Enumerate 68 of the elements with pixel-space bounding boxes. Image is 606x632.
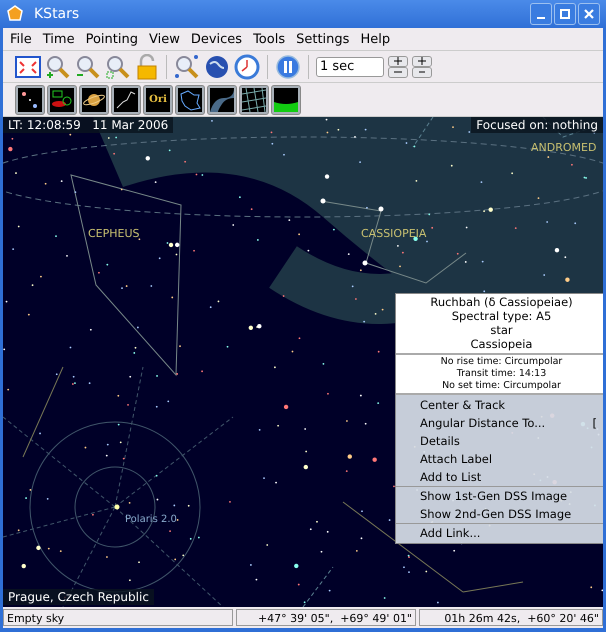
constellation-label: CASSIOPEIA xyxy=(361,227,426,240)
menu-item[interactable]: View xyxy=(146,32,188,46)
object-time-info: No set time: Circumpolar xyxy=(441,380,562,392)
menu-item[interactable]: Settings xyxy=(293,32,358,46)
minimize-icon xyxy=(537,17,545,19)
maximize-icon xyxy=(559,8,571,20)
menu-item[interactable]: Pointing xyxy=(82,32,146,46)
milkyway-toggle[interactable] xyxy=(207,84,237,114)
deepsky-toggle[interactable] xyxy=(47,84,77,114)
menu-item[interactable]: Center & Track xyxy=(396,396,603,414)
time-step-field[interactable]: 1 sec xyxy=(316,56,384,76)
menu-item[interactable]: Add Link... xyxy=(396,524,603,542)
zoom-fit-icon[interactable] xyxy=(105,54,131,80)
increase-button[interactable] xyxy=(412,56,432,66)
window-title: KStars xyxy=(34,6,80,22)
object-time-info: No rise time: Circumpolar xyxy=(440,356,564,368)
grid-toggle[interactable] xyxy=(239,84,269,114)
bounds-toggle[interactable] xyxy=(175,84,205,114)
maximize-button[interactable] xyxy=(554,3,576,25)
constellation-label: CEPHEUS xyxy=(88,227,140,240)
menu-item[interactable]: Help xyxy=(357,32,398,46)
shortcut-label: [ xyxy=(592,415,597,432)
menu-item[interactable]: File xyxy=(7,32,40,46)
menu-item[interactable]: Angular Distance To... [ xyxy=(396,414,603,432)
constellation-label: ANDROMED xyxy=(531,141,596,154)
status-field: +47° 39' 05", +69° 49' 01" xyxy=(236,609,416,626)
menu-item[interactable]: Details xyxy=(396,432,603,450)
menu-item[interactable]: Attach Label xyxy=(396,450,603,468)
stars-toggle[interactable] xyxy=(15,84,45,114)
decrease-button[interactable] xyxy=(388,66,408,78)
lines-toggle[interactable] xyxy=(111,84,141,114)
menu-item[interactable]: Show 1st-Gen DSS Image xyxy=(396,487,603,505)
zoom-out-icon[interactable] xyxy=(75,54,101,80)
increase-button[interactable] xyxy=(388,56,408,66)
menu-item[interactable]: Show 2nd-Gen DSS Image xyxy=(396,505,603,523)
decrease-button[interactable] xyxy=(412,66,432,78)
close-icon xyxy=(583,8,595,20)
horizon-toggle[interactable] xyxy=(271,84,301,114)
app-logo-icon xyxy=(6,5,24,23)
menu-item[interactable]: Time xyxy=(40,32,83,46)
planet-toggle[interactable] xyxy=(79,84,109,114)
plus-icon xyxy=(394,57,402,65)
minus-icon xyxy=(394,71,402,73)
status-field: Empty sky xyxy=(3,609,233,626)
padlock-icon[interactable] xyxy=(135,54,159,80)
fullscreen-icon[interactable] xyxy=(15,54,41,78)
star-label: Polaris 2.0 xyxy=(125,514,177,525)
location-display: Prague, Czech Republic xyxy=(3,589,154,605)
clock-icon[interactable] xyxy=(234,54,260,80)
focus-display: Focused on: nothing xyxy=(471,117,603,133)
status-field: 01h 26m 42s, +60° 20' 46" xyxy=(419,609,603,626)
menu-item[interactable]: Devices xyxy=(188,32,250,46)
object-info: star xyxy=(489,323,514,337)
menu-item[interactable]: Add to List xyxy=(396,468,603,486)
object-info: Ruchbah (δ Cassiopeiae) xyxy=(429,295,574,309)
object-info: Spectral type: A5 xyxy=(450,309,552,323)
minimize-button[interactable] xyxy=(530,3,552,25)
menu-item[interactable]: Tools xyxy=(250,32,294,46)
time-display: LT: 12:08:59 11 Mar 2006 xyxy=(3,117,174,133)
close-button[interactable] xyxy=(578,3,600,25)
find-object-icon[interactable] xyxy=(174,54,200,80)
object-info: Cassiopeia xyxy=(470,337,534,351)
globe-icon[interactable] xyxy=(204,54,230,80)
object-time-info: Transit time: 14:13 xyxy=(456,368,548,380)
zoom-in-icon[interactable] xyxy=(45,54,71,80)
plus-icon xyxy=(418,57,426,65)
minus-icon xyxy=(419,71,425,73)
pause-icon[interactable] xyxy=(275,54,301,80)
